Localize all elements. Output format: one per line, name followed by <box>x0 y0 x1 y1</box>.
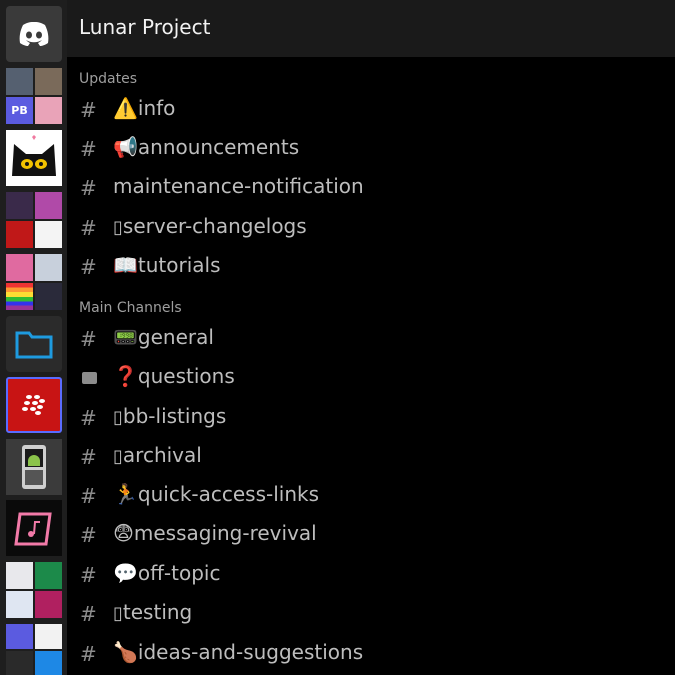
missing-glyph-icon: ▯ <box>113 217 123 238</box>
avatar <box>35 562 62 589</box>
channel-label: ⚠️info <box>113 96 176 120</box>
android-phone-icon <box>22 445 46 489</box>
channel-tutorials[interactable]: # 📖tutorials <box>67 249 675 285</box>
server-rail: PB <box>0 0 67 675</box>
avatar <box>35 624 62 649</box>
channel-testing[interactable]: # ▯testing <box>67 596 675 632</box>
avatar <box>6 591 33 618</box>
pager-emoji-icon: 📟 <box>113 325 138 349</box>
category-main-channels[interactable]: Main Channels <box>79 300 182 316</box>
channel-label: ▯archival <box>113 443 202 467</box>
avatar <box>6 624 33 649</box>
missing-glyph-icon: ▯ <box>113 407 123 428</box>
server-avatar-cluster-1[interactable]: PB <box>6 68 62 124</box>
channel-bb-listings[interactable]: # ▯bb-listings <box>67 400 675 436</box>
avatar <box>6 283 33 310</box>
avatar <box>35 221 62 248</box>
server-header[interactable]: Lunar Project <box>67 0 675 57</box>
channel-label: ▯server-changelogs <box>113 214 307 238</box>
server-title: Lunar Project <box>79 15 211 39</box>
folder-icon <box>15 331 53 359</box>
category-updates[interactable]: Updates <box>79 71 137 87</box>
hash-icon: # <box>80 406 97 430</box>
server-android-phone[interactable] <box>6 439 62 495</box>
hash-icon: # <box>80 602 97 626</box>
question-emoji-icon: ❓ <box>113 364 138 388</box>
cat-icon <box>12 135 56 176</box>
channel-label: 🍗ideas-and-suggestions <box>113 640 364 664</box>
warning-emoji-icon: ⚠️ <box>113 96 138 120</box>
channel-label: ▯bb-listings <box>113 404 227 428</box>
hash-icon: # <box>80 563 97 587</box>
missing-glyph-icon: ▯ <box>113 603 123 624</box>
channel-label: 📟general <box>113 325 214 349</box>
avatar <box>35 192 62 219</box>
server-avatar-cluster-2[interactable] <box>6 192 62 248</box>
avatar <box>6 192 33 219</box>
avatar <box>6 221 33 248</box>
avatar <box>35 97 62 124</box>
channel-label: 😨messaging-revival <box>113 521 317 545</box>
avatar: PB <box>6 97 33 124</box>
channel-messaging-revival[interactable]: # 😨messaging-revival <box>67 517 675 553</box>
channel-questions[interactable]: ❓questions <box>67 360 675 396</box>
server-avatar-cluster-4[interactable] <box>6 562 62 618</box>
avatar <box>35 254 62 281</box>
channel-label: 📖tutorials <box>113 253 221 277</box>
channel-info[interactable]: # ⚠️info <box>67 92 675 128</box>
channel-label: ▯testing <box>113 600 193 624</box>
runner-emoji-icon: 🏃 <box>113 482 138 506</box>
server-avatar-cluster-3[interactable] <box>6 254 62 310</box>
avatar <box>35 68 62 95</box>
channel-label: 📢announcements <box>113 135 300 159</box>
avatar <box>35 650 62 675</box>
hash-icon: # <box>80 98 97 122</box>
channel-announcements[interactable]: # 📢announcements <box>67 131 675 167</box>
avatar <box>6 562 33 589</box>
server-avatar-cluster-5[interactable] <box>6 624 62 675</box>
avatar <box>6 650 33 675</box>
hash-icon: # <box>80 523 97 547</box>
hash-icon: # <box>80 255 97 279</box>
avatar <box>35 283 62 310</box>
hash-icon: # <box>80 642 97 666</box>
avatar <box>35 591 62 618</box>
channel-label: 🏃quick-access-links <box>113 482 320 506</box>
drumstick-emoji-icon: 🍗 <box>113 640 138 664</box>
channel-maintenance-notification[interactable]: # maintenance-notification <box>67 170 675 206</box>
channel-archival[interactable]: # ▯archival <box>67 439 675 475</box>
channel-label: maintenance-notification <box>113 174 364 198</box>
server-cat[interactable] <box>6 130 62 186</box>
discord-home-button[interactable] <box>6 6 62 62</box>
discord-logo-icon <box>19 22 49 46</box>
channel-off-topic[interactable]: # 💬off-topic <box>67 557 675 593</box>
speech-bubble-emoji-icon: 💬 <box>113 561 138 585</box>
channel-label: 💬off-topic <box>113 561 221 585</box>
server-blackberry[interactable] <box>6 377 62 433</box>
fearful-face-emoji-icon: 😨 <box>113 521 134 545</box>
server-folder[interactable] <box>6 316 62 372</box>
hash-icon: # <box>80 327 97 351</box>
channel-label: ❓questions <box>113 364 235 388</box>
channel-ideas-and-suggestions[interactable]: # 🍗ideas-and-suggestions <box>67 636 675 672</box>
book-emoji-icon: 📖 <box>113 253 138 277</box>
blackberry-logo-icon <box>22 395 45 415</box>
server-music[interactable] <box>6 500 62 556</box>
avatar <box>6 254 33 281</box>
forum-icon <box>82 372 97 384</box>
channel-server-changelogs[interactable]: # ▯server-changelogs <box>67 210 675 246</box>
hash-icon: # <box>80 176 97 200</box>
hash-icon: # <box>80 445 97 469</box>
megaphone-emoji-icon: 📢 <box>113 135 138 159</box>
music-note-icon <box>14 512 52 546</box>
avatar <box>6 68 33 95</box>
missing-glyph-icon: ▯ <box>113 446 123 467</box>
hash-icon: # <box>80 137 97 161</box>
channel-quick-access-links[interactable]: # 🏃quick-access-links <box>67 478 675 514</box>
channel-general[interactable]: # 📟general <box>67 321 675 357</box>
hash-icon: # <box>80 484 97 508</box>
hash-icon: # <box>80 216 97 240</box>
